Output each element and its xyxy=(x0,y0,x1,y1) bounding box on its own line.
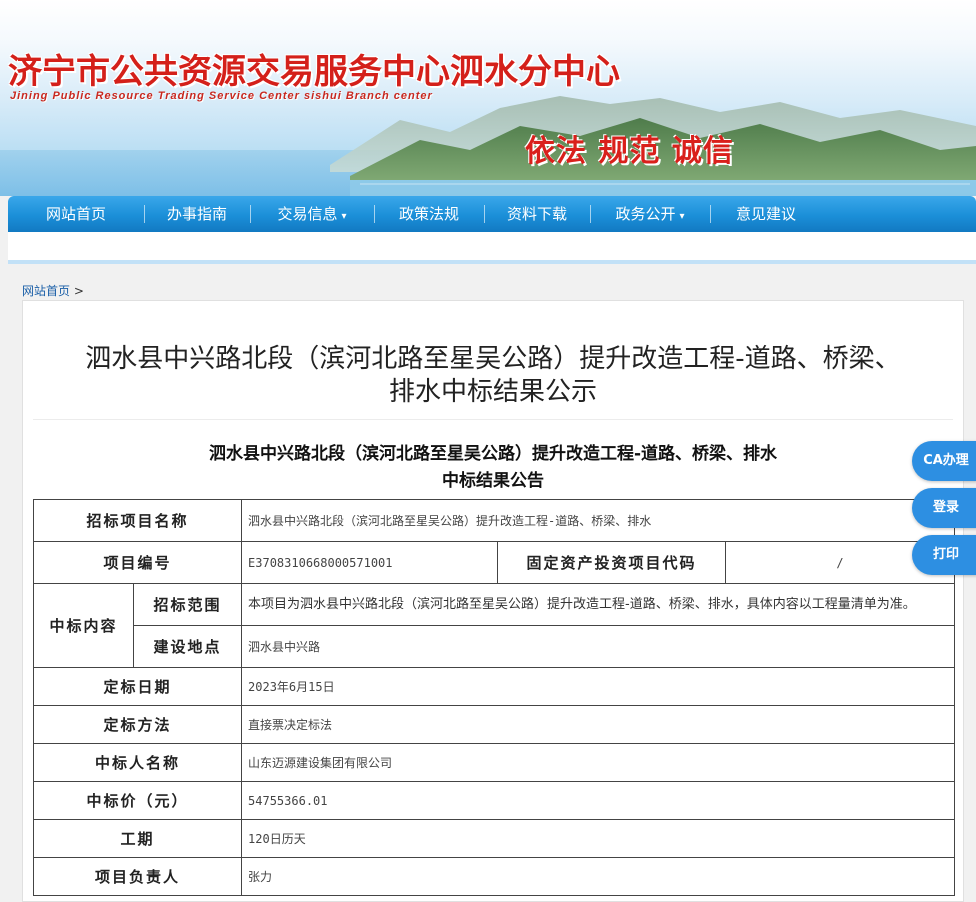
duration-value: 120日历天 xyxy=(241,819,956,858)
site-title: 济宁市公共资源交易服务中心泗水分中心 xyxy=(8,52,620,92)
nav-item-home[interactable]: 网站首页 xyxy=(8,196,144,232)
table-row: 中标人名称 山东迈源建设集团有限公司 xyxy=(32,743,956,782)
table-row: 项目负责人 张力 xyxy=(32,857,956,896)
award-result-table: 招标项目名称 泗水县中兴路北段（滨河北路至星吴公路）提升改造工程-道路、桥梁、排… xyxy=(32,499,956,896)
breadcrumb-separator: > xyxy=(73,284,84,298)
notice-title-line1: 泗水县中兴路北段（滨河北路至星吴公路）提升改造工程-道路、桥梁、排水 xyxy=(208,444,778,464)
project-no-label: 项目编号 xyxy=(32,541,243,584)
winner-label: 中标人名称 xyxy=(32,743,243,782)
table-row: 项目编号 E3708310668000571001 固定资产投资项目代码 / xyxy=(32,541,956,584)
login-button[interactable]: 登录 xyxy=(912,488,976,528)
project-name-label: 招标项目名称 xyxy=(32,499,243,542)
table-row: 工期 120日历天 xyxy=(32,819,956,858)
site-subtitle: Jining Public Resource Trading Service C… xyxy=(10,90,433,102)
nav-item-label: 意见建议 xyxy=(735,205,796,223)
table-row: 中标价（元） 54755366.01 xyxy=(32,781,956,820)
article-container: 泗水县中兴路北段（滨河北路至星吴公路）提升改造工程-道路、桥梁、 排水中标结果公… xyxy=(22,300,964,902)
nav-item-label: 办事指南 xyxy=(166,205,227,223)
scope-label: 招标范围 xyxy=(132,583,243,626)
nav-item-trade-info[interactable]: 交易信息 ▾ xyxy=(250,196,374,232)
notice-title-line2: 中标结果公告 xyxy=(442,471,544,491)
nav-item-policy[interactable]: 政策法规 xyxy=(374,196,484,232)
project-no-value: E3708310668000571001 xyxy=(241,541,499,584)
manager-label: 项目负责人 xyxy=(32,857,243,896)
nav-item-feedback[interactable]: 意见建议 xyxy=(710,196,822,232)
ca-service-button[interactable]: CA办理 xyxy=(912,441,976,481)
scope-value: 本项目为泗水县中兴路北段（滨河北路至星吴公路）提升改造工程-道路、桥梁、排水，具… xyxy=(241,583,956,626)
notice-title: 泗水县中兴路北段（滨河北路至星吴公路）提升改造工程-道路、桥梁、排水 中标结果公… xyxy=(83,441,903,495)
table-row: 定标方法 直接票决定标法 xyxy=(32,705,956,744)
header-banner: 济宁市公共资源交易服务中心泗水分中心 Jining Public Resourc… xyxy=(0,0,976,196)
project-name-value: 泗水县中兴路北段（滨河北路至星吴公路）提升改造工程-道路、桥梁、排水 xyxy=(241,499,956,542)
manager-value: 张力 xyxy=(241,857,956,896)
award-method-label: 定标方法 xyxy=(32,705,243,744)
main-nav: 网站首页 办事指南 交易信息 ▾ 政策法规 资料下载 政务公开 ▾ 意见建议 xyxy=(8,196,976,232)
nav-item-downloads[interactable]: 资料下载 xyxy=(484,196,590,232)
table-row: 招标项目名称 泗水县中兴路北段（滨河北路至星吴公路）提升改造工程-道路、桥梁、排… xyxy=(32,499,956,542)
location-value: 泗水县中兴路 xyxy=(241,625,956,668)
table-row: 定标日期 2023年6月15日 xyxy=(32,667,956,706)
award-content-label: 中标内容 xyxy=(33,583,134,668)
winner-value: 山东迈源建设集团有限公司 xyxy=(241,743,956,782)
title-divider xyxy=(33,419,953,420)
nav-item-gov-affairs[interactable]: 政务公开 ▾ xyxy=(590,196,710,232)
award-date-value: 2023年6月15日 xyxy=(241,667,956,706)
award-date-label: 定标日期 xyxy=(32,667,243,706)
price-value: 54755366.01 xyxy=(241,781,956,820)
print-button[interactable]: 打印 xyxy=(912,535,976,575)
table-row: 建设地点 泗水县中兴路 xyxy=(34,625,956,668)
nav-item-label: 政务公开 xyxy=(615,205,676,223)
nav-item-guide[interactable]: 办事指南 xyxy=(144,196,250,232)
location-label: 建设地点 xyxy=(132,625,243,668)
nav-item-label: 政策法规 xyxy=(398,205,459,223)
page-title-line2: 排水中标结果公示 xyxy=(388,377,597,407)
table-row: 中标内容 招标范围 本项目为泗水县中兴路北段（滨河北路至星吴公路）提升改造工程-… xyxy=(33,583,956,668)
chevron-down-icon: ▾ xyxy=(679,211,685,222)
nav-item-label: 交易信息 xyxy=(277,205,338,223)
chevron-down-icon: ▾ xyxy=(341,211,347,222)
duration-label: 工期 xyxy=(32,819,243,858)
page-title: 泗水县中兴路北段（滨河北路至星吴公路）提升改造工程-道路、桥梁、 排水中标结果公… xyxy=(33,343,953,409)
sub-nav-bar xyxy=(8,232,976,264)
slogan: 依法 规范 诚信 xyxy=(525,134,734,169)
fixed-asset-label: 固定资产投资项目代码 xyxy=(497,541,727,584)
breadcrumb: 网站首页 > xyxy=(22,282,84,299)
award-method-value: 直接票决定标法 xyxy=(241,705,956,744)
price-label: 中标价（元） xyxy=(32,781,243,820)
page-title-line1: 泗水县中兴路北段（滨河北路至星吴公路）提升改造工程-道路、桥梁、 xyxy=(85,344,901,374)
nav-item-label: 网站首页 xyxy=(45,205,106,223)
breadcrumb-home-link[interactable]: 网站首页 xyxy=(22,284,70,298)
nav-item-label: 资料下载 xyxy=(506,205,567,223)
